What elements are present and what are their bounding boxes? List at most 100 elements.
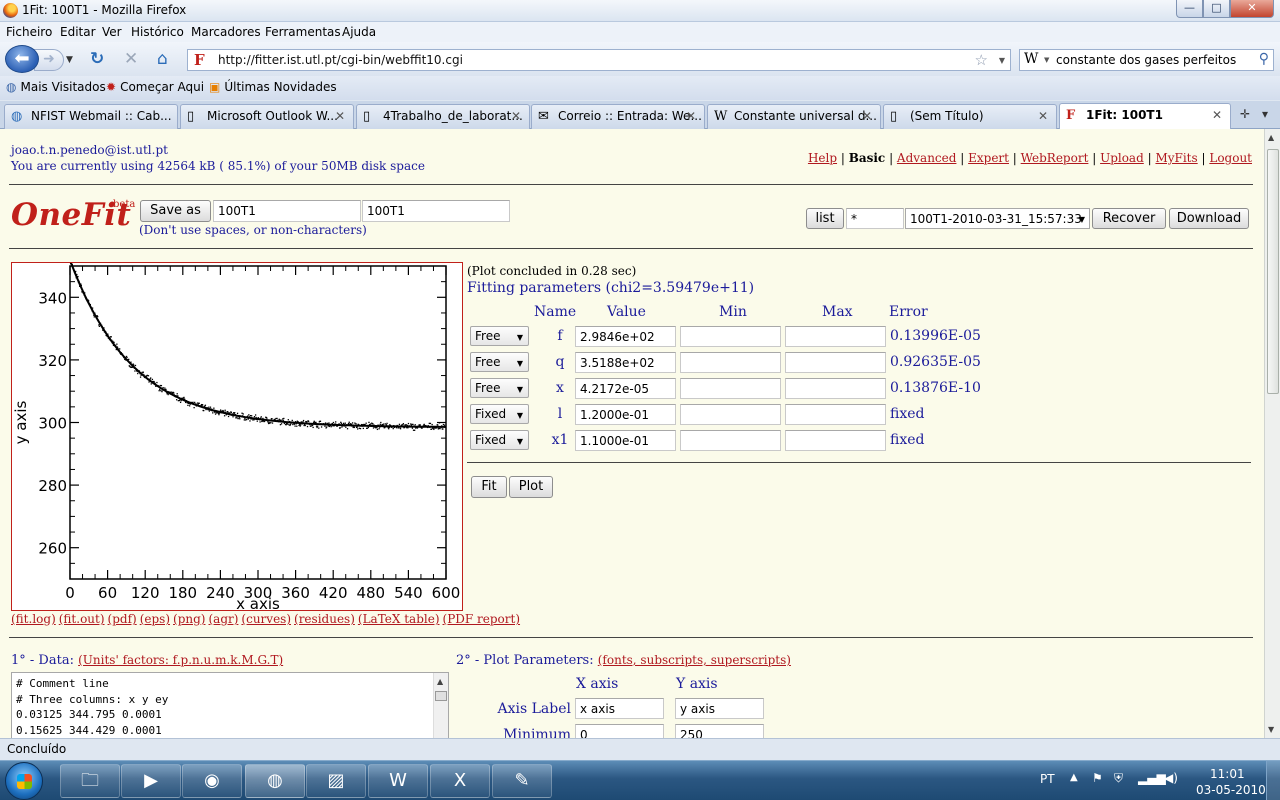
picture-viewer-taskbar-icon[interactable]: ▨ [306,764,366,798]
param-min-input[interactable] [680,430,781,451]
url-text[interactable]: http://fitter.ist.utl.pt/cgi-bin/webffit… [218,53,463,67]
close-tab-icon[interactable]: ✕ [335,109,345,123]
plot-button[interactable]: Plot [509,476,553,498]
menu-ajuda[interactable]: Ajuda [342,25,376,39]
param-min-input[interactable] [680,326,781,347]
tab-constante[interactable]: W Constante universal d... ✕ [707,104,881,129]
data-textarea[interactable]: # Comment line # Three columns: x y ey 0.0… [11,672,449,738]
fonts-link[interactable]: (fonts, subscripts, superscripts) [598,653,791,667]
bookmark-ultimas-novidades[interactable]: ▣ Últimas Novidades [209,80,337,94]
param-mode-select[interactable]: Free ▼ [470,326,529,346]
page-scrollbar[interactable]: ▲ ▼ [1264,129,1280,738]
list-button[interactable]: list [806,208,844,229]
media-player-taskbar-icon[interactable]: ▶ [121,764,181,798]
units-factors-link[interactable]: (Units' factors: f.p.n.u.m.k.M.G.T) [78,653,283,667]
data-scrollbar[interactable]: ▲ [433,673,448,738]
url-bar[interactable]: F http://fitter.ist.utl.pt/cgi-bin/webff… [187,49,1011,71]
param-max-input[interactable] [785,326,886,347]
excel-taskbar-icon[interactable]: X [430,764,490,798]
bookmark-mais-visitados[interactable]: ◍ Mais Visitados [6,80,106,94]
param-mode-select[interactable]: Free ▼ [470,352,529,372]
param-max-input[interactable] [785,404,886,425]
expert-link[interactable]: Expert [968,151,1009,165]
pdf-report-link[interactable]: (PDF report) [443,612,521,626]
webreport-link[interactable]: WebReport [1021,151,1089,165]
history-dropdown-icon[interactable]: ▼ [66,55,73,65]
minimize-button[interactable]: — [1176,0,1203,18]
tab-sem-titulo[interactable]: ▯ (Sem Título) ✕ [883,104,1057,129]
show-desktop-button[interactable] [1266,761,1280,800]
menu-marcadores[interactable]: Marcadores [191,25,261,39]
tab-correio[interactable]: ✉ Correio :: Entrada: We... ✕ [531,104,705,129]
logout-link[interactable]: Logout [1209,151,1252,165]
download-button[interactable]: Download [1169,208,1249,229]
y-axis-label-input[interactable]: y axis [675,698,764,719]
param-max-input[interactable] [785,352,886,373]
myfits-link[interactable]: MyFits [1155,151,1197,165]
bookmark-star-icon[interactable]: ☆ [975,51,988,69]
menu-ferramentas[interactable]: Ferramentas [265,25,341,39]
scroll-up-icon[interactable]: ▲ [437,674,443,690]
param-mode-select[interactable]: Fixed ▼ [470,404,529,424]
fit-out-link[interactable]: (fit.out) [59,612,105,626]
bookmark-comecar-aqui[interactable]: ✹ Começar Aqui [106,80,204,94]
param-min-input[interactable] [680,404,781,425]
param-value-input[interactable]: 1.2000e-01 [575,404,676,425]
wikipedia-icon[interactable]: W [1024,51,1038,67]
scroll-thumb[interactable] [435,691,447,701]
close-tab-icon[interactable]: ✕ [511,109,521,123]
save-as-button[interactable]: Save as [140,200,211,222]
notes-taskbar-icon[interactable]: ✎ [492,764,552,798]
param-mode-select[interactable]: Fixed ▼ [470,430,529,450]
upload-link[interactable]: Upload [1100,151,1144,165]
latex-table-link[interactable]: (LaTeX table) [358,612,440,626]
url-dropdown-icon[interactable]: ▼ [999,56,1005,65]
scroll-down-icon[interactable]: ▼ [1268,725,1274,734]
param-value-input[interactable]: 4.2172e-05 [575,378,676,399]
maximize-button[interactable]: □ [1203,0,1230,18]
home-icon[interactable]: ⌂ [157,51,168,68]
close-tab-icon[interactable]: ✕ [686,109,696,123]
param-value-input[interactable]: 2.9846e+02 [575,326,676,347]
png-link[interactable]: (png) [173,612,205,626]
advanced-link[interactable]: Advanced [897,151,957,165]
param-value-input[interactable]: 3.5188e+02 [575,352,676,373]
reload-icon[interactable]: ↻ [90,51,104,68]
curves-link[interactable]: (curves) [241,612,291,626]
fit-title-input[interactable]: 100T1 [362,200,510,222]
signal-icon[interactable]: ▂▄▆ [1138,771,1166,785]
search-engine-dropdown-icon[interactable]: ▼ [1044,56,1049,64]
fit-name-input[interactable]: 100T1 [213,200,361,222]
search-bar[interactable]: W ▼ constante dos gases perfeitos ⚲ [1019,49,1274,71]
saved-fit-select[interactable]: 100T1-2010-03-31_15:57:33 ▼ [905,208,1090,229]
search-icon[interactable]: ⚲ [1259,51,1269,67]
tab-outlook[interactable]: ▯ Microsoft Outlook W... ✕ [180,104,354,129]
param-max-input[interactable] [785,378,886,399]
new-tab-icon[interactable]: ✛ [1240,107,1250,121]
language-indicator[interactable]: PT [1040,772,1055,786]
help-link[interactable]: Help [808,151,837,165]
close-tab-icon[interactable]: ✕ [1038,109,1048,123]
residues-link[interactable]: (residues) [294,612,355,626]
tab-list-icon[interactable]: ▾ [1262,107,1268,121]
word-taskbar-icon[interactable]: W [368,764,428,798]
menu-historico[interactable]: Histórico [131,25,184,39]
fit-log-link[interactable]: (fit.log) [11,612,56,626]
param-mode-select[interactable]: Free ▼ [470,378,529,398]
x-axis-label-input[interactable]: x axis [575,698,664,719]
search-input[interactable]: constante dos gases perfeitos [1056,53,1236,67]
y-min-input[interactable]: 250 [675,724,764,738]
scroll-up-icon[interactable]: ▲ [1268,133,1274,142]
network-icon[interactable]: ⚑ [1092,771,1103,785]
tab-trabalho[interactable]: ▯ 4Trabalho_de_laborat... ✕ [356,104,530,129]
pdf-link[interactable]: (pdf) [108,612,137,626]
tab-nfist-webmail[interactable]: ◍ NFIST Webmail :: Cab... [4,104,178,129]
menu-ver[interactable]: Ver [102,25,122,39]
close-window-button[interactable]: ✕ [1230,0,1274,18]
security-icon[interactable]: ⛨ [1114,771,1123,786]
show-hidden-icons-icon[interactable]: ▲ [1070,772,1078,783]
firefox-taskbar-icon[interactable]: ◍ [245,764,305,798]
explorer-taskbar-icon[interactable]: 🗀 [60,764,120,798]
param-min-input[interactable] [680,378,781,399]
start-button[interactable] [5,762,43,800]
